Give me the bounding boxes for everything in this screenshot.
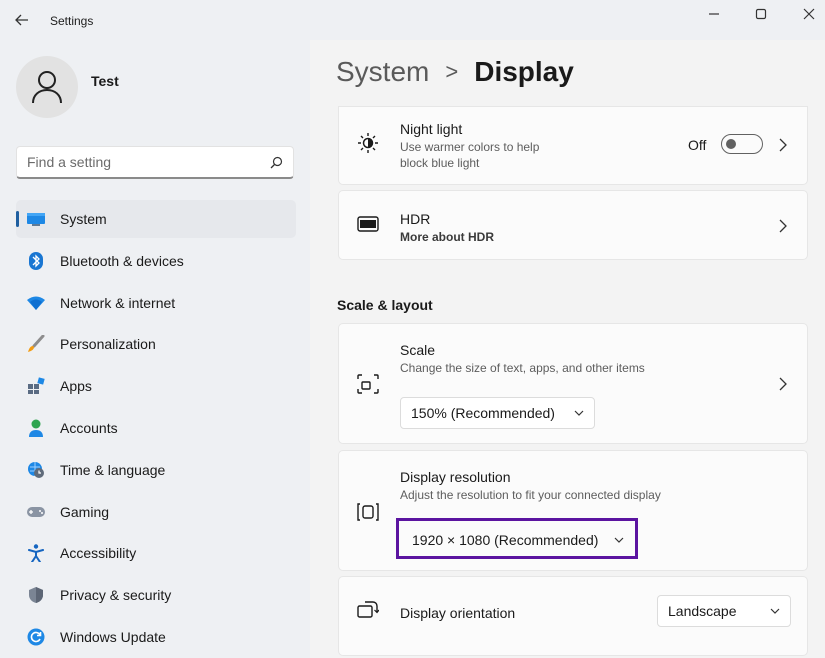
orientation-icon (357, 601, 379, 618)
hdr-link[interactable]: More about HDR (400, 229, 494, 245)
sidebar-item-windows-update[interactable]: Windows Update (16, 618, 296, 656)
hdr-title: HDR (400, 211, 431, 227)
night-light-title: Night light (400, 121, 463, 137)
night-light-state: Off (688, 137, 707, 153)
orientation-card: Display orientation Landscape (338, 576, 808, 656)
resolution-subtitle: Adjust the resolution to fit your connec… (400, 488, 661, 502)
sidebar-item-apps[interactable]: Apps (16, 367, 296, 405)
sidebar-item-label: Network & internet (60, 294, 176, 311)
sidebar-item-label: Bluetooth & devices (60, 252, 184, 269)
sidebar-item-label: Accessibility (60, 545, 137, 562)
resolution-icon (357, 503, 379, 521)
apps-icon (26, 376, 46, 396)
sidebar-item-label: Personalization (60, 336, 156, 353)
sidebar-item-gaming[interactable]: Gaming (16, 493, 296, 531)
user-name: Test (91, 73, 119, 89)
sidebar-item-personalization[interactable]: Personalization (16, 325, 296, 363)
app-title: Settings (50, 14, 94, 28)
minimize-icon (709, 13, 719, 15)
orientation-title: Display orientation (400, 605, 516, 621)
sidebar-item-accounts[interactable]: Accounts (16, 409, 296, 447)
brush-icon (26, 334, 46, 354)
wifi-icon (26, 293, 46, 313)
hdr-icon (357, 216, 379, 232)
night-light-subtitle: Use warmer colors to help block blue lig… (400, 140, 540, 170)
search-icon (270, 156, 283, 168)
maximize-button[interactable] (738, 0, 784, 28)
orientation-value: Landscape (668, 603, 737, 619)
active-indicator (16, 211, 19, 227)
gamepad-icon (26, 502, 46, 522)
globe-clock-icon (26, 460, 46, 480)
night-light-toggle[interactable] (721, 134, 763, 154)
accessibility-icon (26, 543, 46, 563)
page-title: Display (474, 56, 574, 87)
breadcrumb-separator: > (445, 59, 459, 84)
search-input[interactable] (27, 154, 270, 170)
scale-card[interactable]: Scale Change the size of text, apps, and… (338, 323, 808, 444)
scale-subtitle: Change the size of text, apps, and other… (400, 361, 645, 375)
nav-menu: System Bluetooth & devices Network & int… (16, 200, 296, 658)
sidebar-item-label: Privacy & security (60, 587, 172, 604)
close-button[interactable] (786, 0, 825, 28)
monitor-icon (26, 209, 46, 229)
sidebar-item-label: Gaming (60, 503, 110, 520)
sidebar-item-label: Accounts (60, 419, 118, 436)
sidebar-item-label: System (60, 211, 107, 227)
brightness-icon (358, 133, 378, 153)
chevron-down-icon (770, 608, 780, 614)
main-content: System > Display Night light Use warmer … (310, 40, 825, 658)
sidebar-item-label: Windows Update (60, 628, 166, 645)
sidebar-item-label: Time & language (60, 461, 166, 478)
sidebar-item-system[interactable]: System (16, 200, 296, 238)
back-button[interactable] (10, 10, 34, 30)
night-light-card[interactable]: Night light Use warmer colors to help bl… (338, 106, 808, 185)
avatar[interactable] (16, 56, 78, 118)
back-arrow-icon (15, 14, 28, 26)
scale-dropdown[interactable]: 150% (Recommended) (400, 397, 595, 429)
shield-icon (26, 585, 46, 605)
chevron-right-icon (779, 377, 787, 391)
bluetooth-icon (26, 251, 46, 271)
toggle-knob (726, 139, 736, 149)
chevron-right-icon (779, 138, 787, 152)
search-box[interactable] (16, 146, 294, 179)
chevron-right-icon (779, 219, 787, 233)
section-scale-layout: Scale & layout (337, 297, 433, 313)
hdr-card[interactable]: HDR More about HDR (338, 190, 808, 260)
title-bar: Settings (0, 0, 825, 40)
orientation-dropdown[interactable]: Landscape (657, 595, 791, 627)
minimize-button[interactable] (691, 0, 737, 28)
sidebar: Test System Bluetooth & devices Network … (0, 40, 310, 658)
sidebar-item-privacy-security[interactable]: Privacy & security (16, 576, 296, 614)
update-icon (26, 627, 46, 647)
sidebar-item-label: Apps (60, 378, 92, 395)
sidebar-item-network[interactable]: Network & internet (16, 284, 296, 322)
close-icon (803, 8, 815, 20)
sidebar-item-accessibility[interactable]: Accessibility (16, 534, 296, 572)
scale-title: Scale (400, 342, 436, 358)
person-icon (26, 418, 46, 438)
breadcrumb-system[interactable]: System (336, 56, 429, 88)
breadcrumb: System > Display (336, 56, 574, 88)
highlight-box (396, 518, 638, 559)
resolution-title: Display resolution (400, 469, 511, 485)
user-icon (32, 71, 62, 104)
chevron-down-icon (574, 410, 584, 416)
scale-icon (357, 374, 379, 394)
scale-value: 150% (Recommended) (411, 405, 555, 421)
sidebar-item-time-language[interactable]: Time & language (16, 451, 296, 489)
sidebar-item-bluetooth[interactable]: Bluetooth & devices (16, 242, 296, 280)
maximize-icon (755, 8, 767, 20)
